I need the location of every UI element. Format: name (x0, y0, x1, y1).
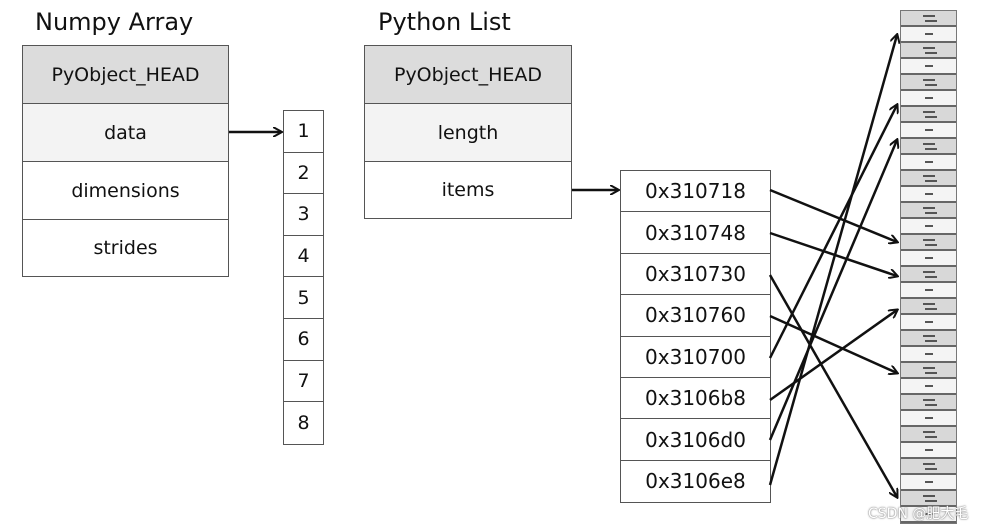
pointer-arrow (768, 105, 897, 359)
pointer-arrow (768, 140, 897, 441)
arrows-layer (229, 0, 991, 530)
watermark: CSDN @肥大毛 (868, 506, 969, 522)
pointer-arrow (768, 35, 897, 486)
pointer-arrow (769, 231, 897, 276)
